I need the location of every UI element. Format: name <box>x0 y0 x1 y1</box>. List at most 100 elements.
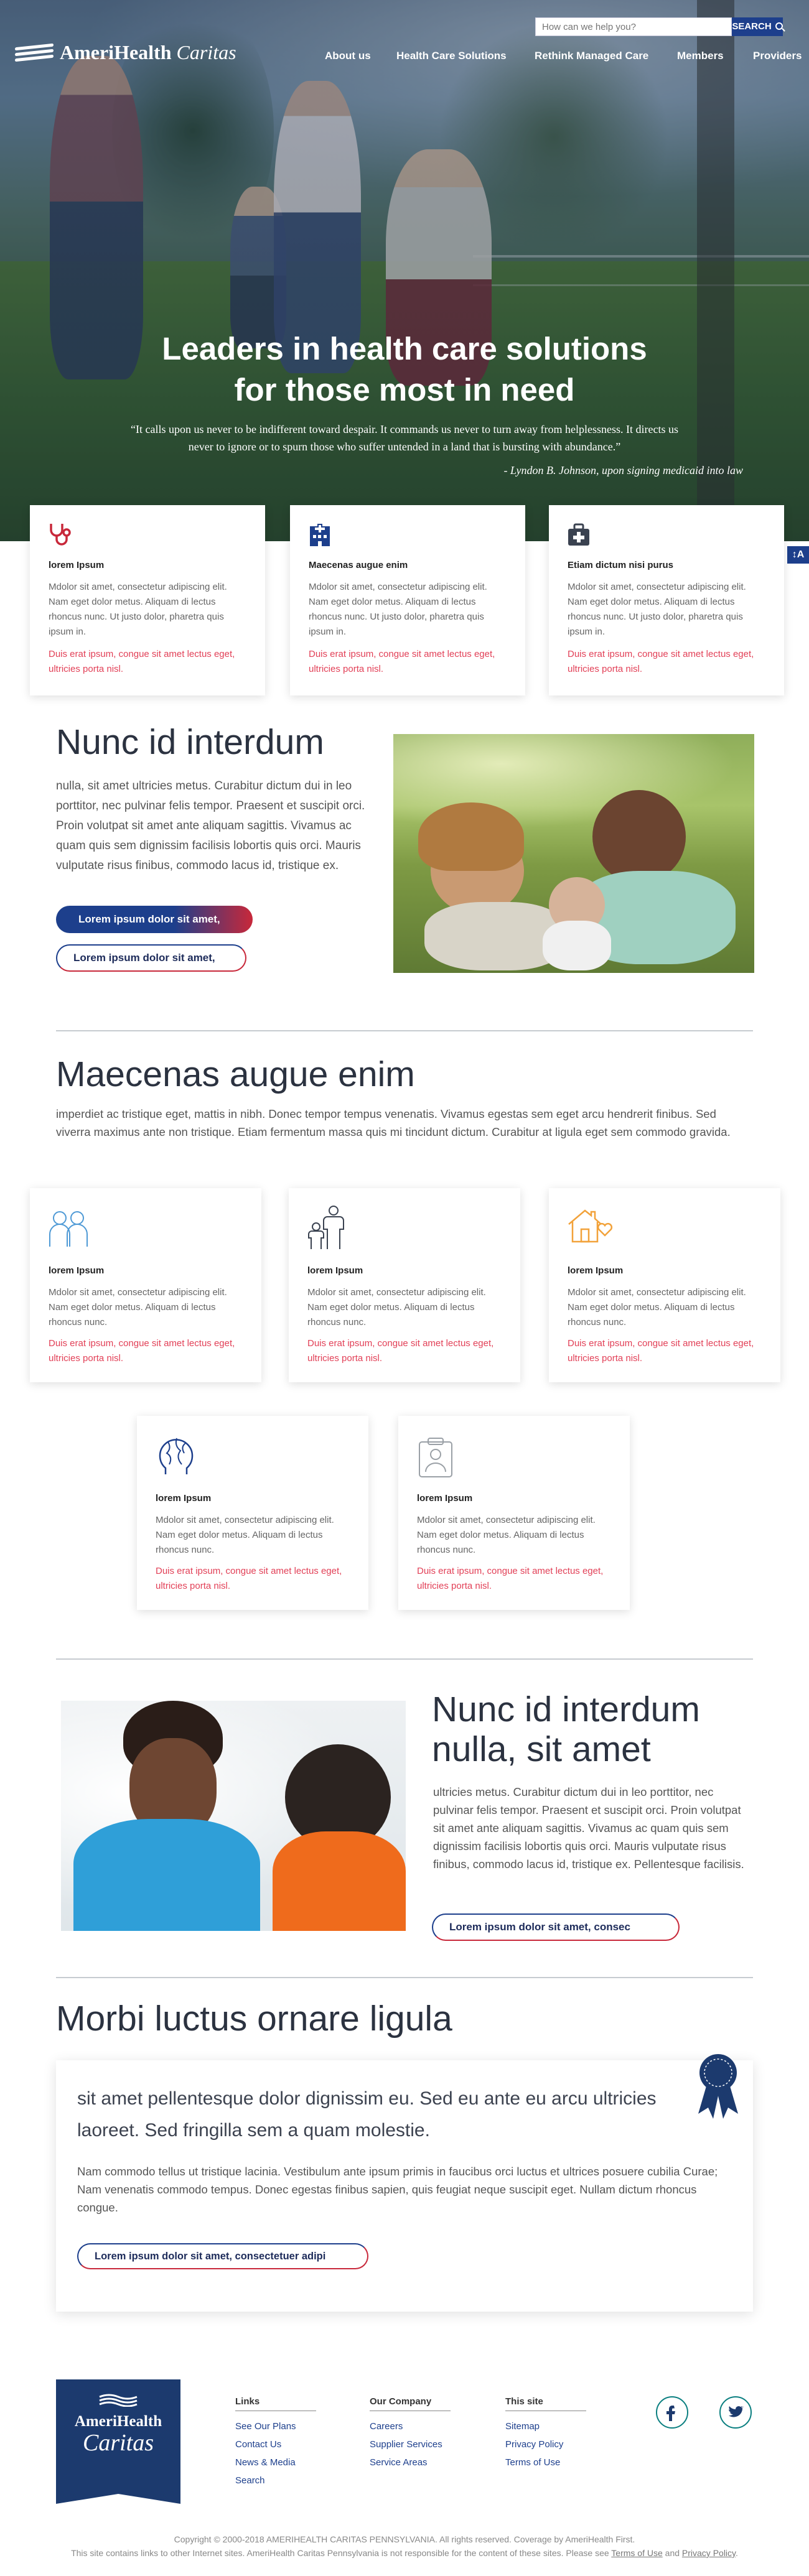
footer-links-list: See Our Plans Contact Us News & Media Se… <box>235 2417 296 2490</box>
hero-quote-line1: “It calls upon us never to be indifferen… <box>131 423 678 435</box>
card-description: Mdolor sit amet, consectetur adipiscing … <box>307 1287 486 1328</box>
footer-link-supplier-services[interactable]: Supplier Services <box>370 2435 442 2453</box>
section-title: Nunc id interdum <box>56 722 324 762</box>
service-card[interactable]: lorem Ipsum Mdolor sit amet, consectetur… <box>137 1416 368 1610</box>
accessibility-button[interactable]: ↕A <box>787 546 809 564</box>
footer-logo-line1: AmeriHealth <box>74 2413 162 2430</box>
hero-title: Leaders in health care solutions for tho… <box>93 328 716 411</box>
card-title: lorem Ipsum <box>568 1265 624 1276</box>
card-description: Mdolor sit amet, consectetur adipiscing … <box>568 582 746 637</box>
footer-link-terms-of-use[interactable]: Terms of Use <box>505 2453 563 2471</box>
cta-button[interactable]: Lorem ipsum dolor sit amet, consec <box>432 1913 680 1941</box>
card-title: lorem Ipsum <box>307 1265 363 1276</box>
primary-cta-button[interactable]: Lorem ipsum dolor sit amet, <box>56 906 253 933</box>
cta-button[interactable]: Lorem ipsum dolor sit amet, consectetuer… <box>77 2243 368 2269</box>
card-description: Mdolor sit amet, consectetur adipiscing … <box>309 582 487 637</box>
service-card[interactable]: lorem Ipsum Mdolor sit amet, consectetur… <box>398 1416 630 1610</box>
twitter-icon[interactable] <box>719 2396 752 2429</box>
section-divider <box>56 1977 753 1978</box>
hero-quote-line2: never to ignore or to spurn those who su… <box>188 440 621 453</box>
card-description: Mdolor sit amet, consectetur adipiscing … <box>156 1515 334 1555</box>
hero-attribution: - Lyndon B. Johnson, upon signing medica… <box>503 464 743 477</box>
panel-lead: sit amet pellentesque dolor dignissim eu… <box>77 2088 657 2141</box>
card-title: lorem Ipsum <box>417 1493 473 1504</box>
card-description: Mdolor sit amet, consectetur adipiscing … <box>49 582 227 637</box>
footer-link-see-our-plans[interactable]: See Our Plans <box>235 2417 296 2435</box>
hero-title-line1: Leaders in health care solutions <box>162 331 647 366</box>
card-link[interactable]: Duis erat ipsum, congue sit amet lectus … <box>309 647 498 677</box>
nav-providers[interactable]: Providers <box>753 50 802 62</box>
card-link[interactable]: Duis erat ipsum, congue sit amet lectus … <box>49 1336 241 1366</box>
highlight-panel: sit amet pellentesque dolor dignissim eu… <box>56 2054 753 2312</box>
section-body: imperdiet ac tristique eget, mattis in n… <box>56 1107 731 1138</box>
people-icon <box>49 1211 88 1247</box>
stethoscope-icon <box>50 524 71 546</box>
medical-record-icon <box>419 1438 452 1477</box>
section-divider <box>56 1658 753 1660</box>
footer-logo-line2: Caritas <box>82 2430 154 2456</box>
nav-about-us[interactable]: About us <box>325 50 371 62</box>
disclaimer-terms-link[interactable]: Terms of Use <box>611 2548 662 2558</box>
card-link[interactable]: Duis erat ipsum, congue sit amet lectus … <box>49 647 238 677</box>
footer-link-search[interactable]: Search <box>235 2471 296 2490</box>
hero-title-line2: for those most in need <box>234 372 575 407</box>
card-link[interactable]: Duis erat ipsum, congue sit amet lectus … <box>156 1564 348 1594</box>
footer-heading-company: Our Company <box>370 2396 451 2411</box>
main-nav: About us Health Care Solutions Rethink M… <box>0 50 809 63</box>
hero-quote: “It calls upon us never to be indifferen… <box>81 421 728 455</box>
section-title: Morbi luctus ornare ligula <box>56 1999 452 2039</box>
footer-link-privacy-policy[interactable]: Privacy Policy <box>505 2435 563 2453</box>
section-body: nulla, sit amet ultricies metus. Curabit… <box>56 779 365 872</box>
home-heart-icon <box>568 1209 613 1243</box>
card-description: Mdolor sit amet, consectetur adipiscing … <box>417 1515 596 1555</box>
search-input[interactable] <box>535 17 732 36</box>
nurse-patient-photo <box>61 1701 406 1931</box>
section-title: Maecenas augue enim <box>56 1054 415 1094</box>
footer-link-service-areas[interactable]: Service Areas <box>370 2453 442 2471</box>
search-button[interactable]: SEARCH <box>732 17 783 36</box>
copyright-text: Copyright © 2000-2018 AMERIHEALTH CARITA… <box>174 2534 635 2544</box>
card-link[interactable]: Duis erat ipsum, congue sit amet lectus … <box>307 1336 500 1366</box>
search-icon <box>775 22 783 30</box>
feature-card[interactable]: lorem Ipsum Mdolor sit amet, consectetur… <box>30 505 265 695</box>
hero-banner: AmeriHealth Caritas SEARCH About us Heal… <box>0 0 809 541</box>
logo-flag-icon <box>99 2394 138 2407</box>
card-title: lorem Ipsum <box>156 1493 212 1504</box>
panel-body: Nam commodo tellus ut tristique lacinia.… <box>77 2165 718 2214</box>
secondary-cta-button[interactable]: Lorem ipsum dolor sit amet, <box>56 944 246 972</box>
footer-link-news-media[interactable]: News & Media <box>235 2453 296 2471</box>
medical-kit-icon <box>568 523 589 546</box>
footer-heading-this-site: This site <box>505 2396 586 2411</box>
nav-health-care-solutions[interactable]: Health Care Solutions <box>396 50 507 62</box>
service-card[interactable]: lorem Ipsum Mdolor sit amet, consectetur… <box>289 1188 520 1382</box>
card-description: Mdolor sit amet, consectetur adipiscing … <box>49 1287 227 1328</box>
disclaimer-and: and <box>665 2548 680 2558</box>
card-title: lorem Ipsum <box>49 560 105 570</box>
service-card[interactable]: lorem Ipsum Mdolor sit amet, consectetur… <box>30 1188 261 1382</box>
section-title-line1: Nunc id interdum <box>432 1690 700 1729</box>
card-link[interactable]: Duis erat ipsum, congue sit amet lectus … <box>568 1336 760 1366</box>
disclaimer-privacy-link[interactable]: Privacy Policy <box>682 2548 736 2558</box>
footer-heading-links: Links <box>235 2396 316 2411</box>
footer-link-careers[interactable]: Careers <box>370 2417 442 2435</box>
facebook-icon[interactable] <box>656 2396 688 2429</box>
footer-disclaimer: This site contains links to other Intern… <box>71 2548 738 2558</box>
card-link[interactable]: Duis erat ipsum, congue sit amet lectus … <box>568 647 757 677</box>
search-button-label: SEARCH <box>732 21 772 32</box>
section-title-line2: nulla, sit amet <box>432 1729 651 1769</box>
disclaimer-text: This site contains links to other Intern… <box>71 2548 609 2558</box>
section-body: ultricies metus. Curabitur dictum dui in… <box>433 1785 744 1871</box>
feature-card[interactable]: Maecenas augue enim Mdolor sit amet, con… <box>290 505 525 695</box>
nav-rethink-managed-care[interactable]: Rethink Managed Care <box>535 50 648 62</box>
family-picnic-photo <box>393 734 754 973</box>
brain-icon <box>159 1438 194 1474</box>
nav-members[interactable]: Members <box>677 50 724 62</box>
feature-card[interactable]: Etiam dictum nisi purus Mdolor sit amet,… <box>549 505 784 695</box>
footer-link-contact-us[interactable]: Contact Us <box>235 2435 296 2453</box>
footer-company-list: Careers Supplier Services Service Areas <box>370 2417 442 2471</box>
service-card[interactable]: lorem Ipsum Mdolor sit amet, consectetur… <box>549 1188 780 1382</box>
card-link[interactable]: Duis erat ipsum, congue sit amet lectus … <box>417 1564 610 1594</box>
footer-logo[interactable]: AmeriHealth Caritas <box>56 2379 180 2504</box>
family-icon <box>308 1206 344 1249</box>
footer-link-sitemap[interactable]: Sitemap <box>505 2417 563 2435</box>
